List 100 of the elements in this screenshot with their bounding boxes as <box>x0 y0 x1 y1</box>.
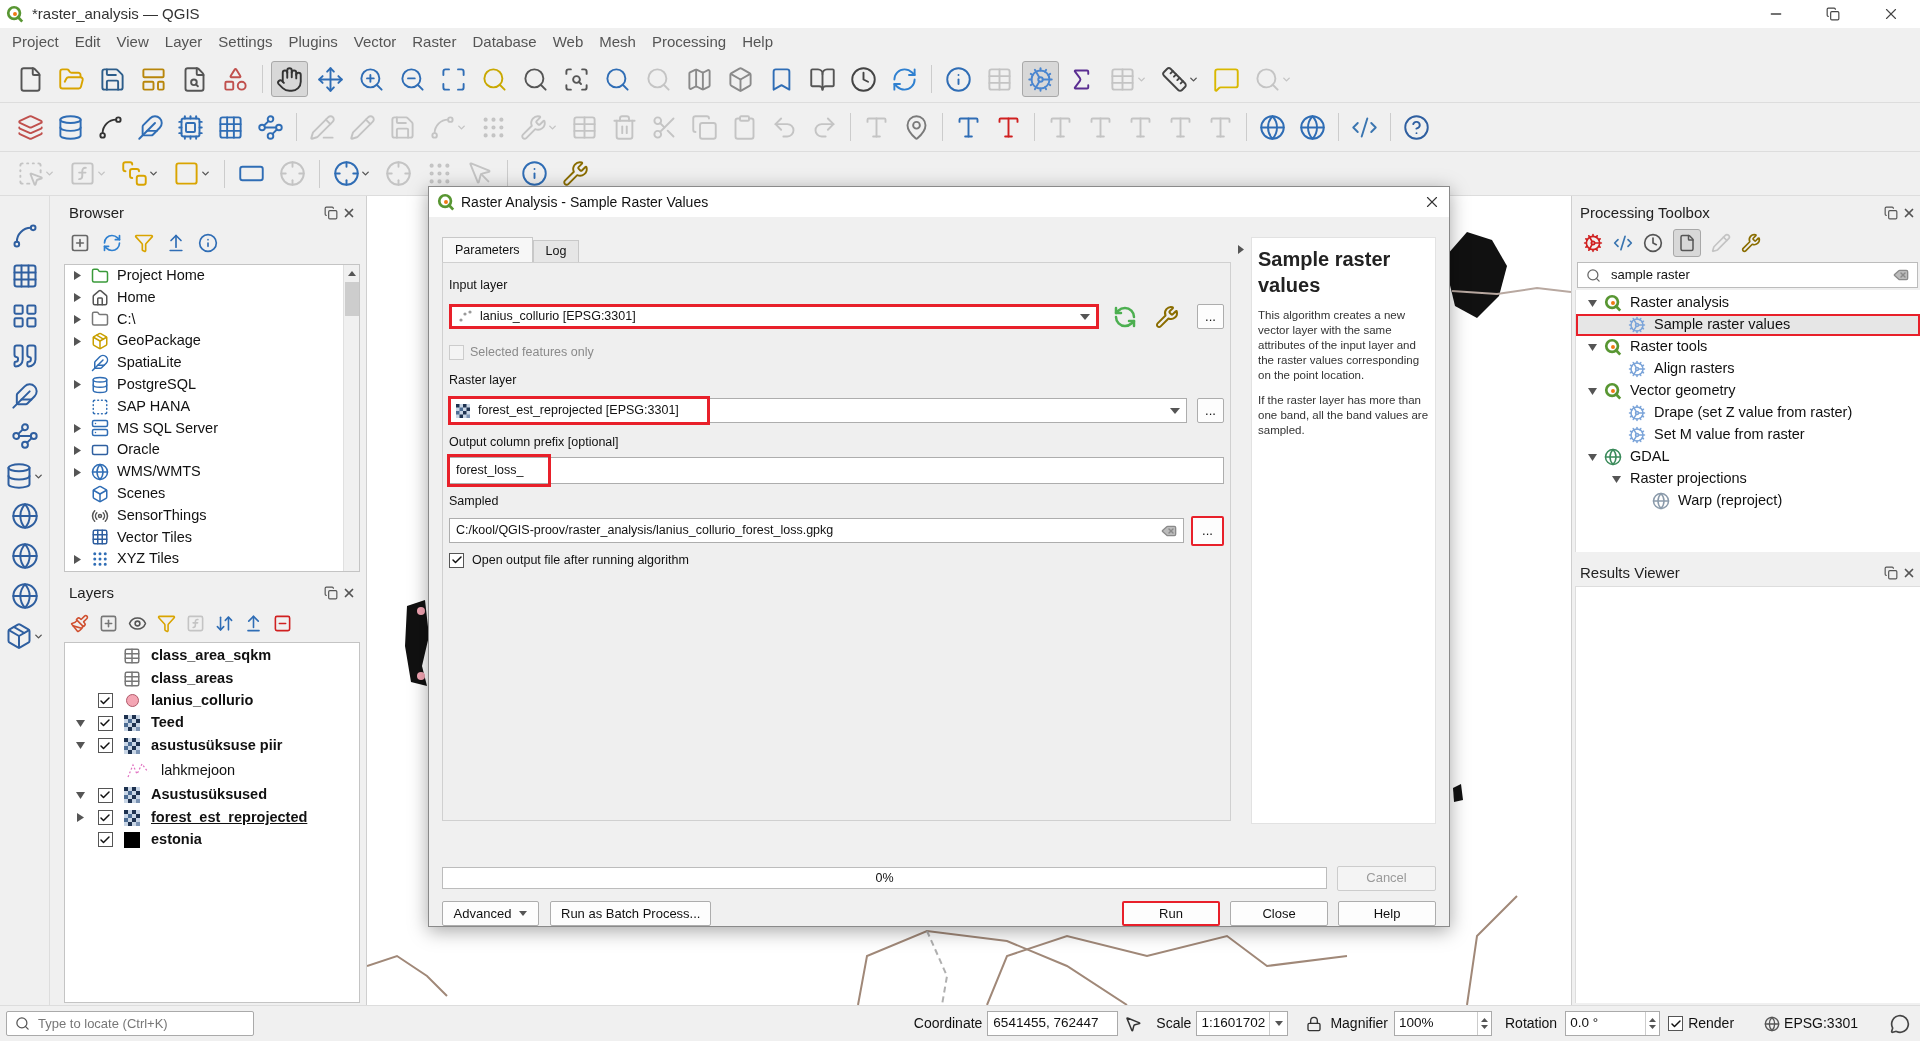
browser-item[interactable]: WMS/WMTS <box>65 461 343 483</box>
layer-dropdown[interactable]: lanius_collurio [EPSG:3301] <box>449 304 1099 329</box>
arrow-down-icon[interactable] <box>1587 386 1597 396</box>
browser-item[interactable]: PostgreSQL <box>65 374 343 396</box>
browser-item[interactable]: Project Home <box>65 265 343 287</box>
tab[interactable]: Log <box>532 240 580 262</box>
arrow-right-icon[interactable] <box>72 554 82 564</box>
wrench-icon[interactable] <box>1741 233 1761 253</box>
magnifier-spinbox[interactable]: 100% <box>1394 1011 1492 1036</box>
arrow-down-icon[interactable] <box>75 790 85 800</box>
tree-item[interactable]: Sample raster values <box>1576 314 1920 336</box>
step-up-icon[interactable] <box>1649 1018 1657 1022</box>
menu-item[interactable]: Web <box>544 30 592 54</box>
browser-item[interactable]: C:\ <box>65 308 343 331</box>
pointer-icon[interactable] <box>1124 1014 1143 1033</box>
refresh-icon[interactable] <box>102 233 122 253</box>
legend-entry[interactable]: Asustusüksused <box>65 783 359 807</box>
coordinate-field[interactable]: 6541455, 762447 <box>987 1011 1119 1036</box>
browser-item[interactable]: Vector Tiles <box>65 526 343 549</box>
arrow-right-icon[interactable] <box>72 445 82 455</box>
close-icon[interactable] <box>342 206 356 220</box>
lock-icon[interactable] <box>1306 1015 1323 1032</box>
browser-item[interactable]: GeoPackage <box>65 330 343 353</box>
input-field[interactable]: C:/kool/QGIS-proov/raster_analysis/lanius_collurio_forest_loss.gpkg <box>449 518 1184 543</box>
sync-icon[interactable] <box>1113 304 1137 329</box>
button[interactable]: Help <box>1338 901 1436 926</box>
checkbox[interactable] <box>97 787 113 803</box>
legend-entry[interactable]: Teed <box>65 712 359 735</box>
add-icon[interactable] <box>70 233 90 253</box>
wrench-icon[interactable] <box>1155 304 1179 329</box>
checkbox[interactable] <box>1668 1016 1684 1031</box>
float-icon[interactable] <box>324 586 338 600</box>
tree-item[interactable]: Drape (set Z value from raster) <box>1576 402 1920 424</box>
arrow-down-icon[interactable] <box>1587 452 1597 462</box>
menu-item[interactable]: Layer <box>156 30 211 54</box>
tree-item[interactable]: GDAL <box>1576 446 1920 468</box>
pan-icon[interactable] <box>271 61 308 97</box>
collapse-icon[interactable] <box>166 233 186 253</box>
browser-item[interactable]: Oracle <box>65 439 343 462</box>
tree-item[interactable]: Raster analysis <box>1576 292 1920 314</box>
tree-item[interactable]: Align rasters <box>1576 358 1920 380</box>
checkbox[interactable] <box>97 810 113 826</box>
legend-entry[interactable]: estonia <box>65 828 359 852</box>
menu-item[interactable]: Edit <box>66 30 109 54</box>
float-icon[interactable] <box>324 206 338 220</box>
button[interactable]: Close <box>1230 901 1328 926</box>
legend-entry[interactable]: lanius_collurio <box>65 689 359 713</box>
checkbox[interactable] <box>449 552 464 568</box>
arrow-right-icon[interactable] <box>72 271 82 281</box>
step-down-icon[interactable] <box>1481 1025 1488 1029</box>
checkbox[interactable] <box>97 693 113 709</box>
browser-item[interactable]: SAP HANA <box>65 395 343 418</box>
arrow-right-icon[interactable] <box>75 813 85 823</box>
rotation-spinbox[interactable]: 0.0 ° <box>1565 1011 1661 1036</box>
close-icon[interactable] <box>342 586 356 600</box>
menu-item[interactable]: Mesh <box>591 30 644 54</box>
browse-button[interactable]: ... <box>1197 398 1224 423</box>
legend-entry[interactable]: forest_est_reprojected <box>65 806 359 829</box>
legend-entry[interactable]: asustusüksuse piir <box>65 734 359 757</box>
browser-item[interactable]: MS SQL Server <box>65 417 343 440</box>
step-down-icon[interactable] <box>1649 1025 1657 1029</box>
checkbox[interactable] <box>97 715 113 731</box>
tree-item[interactable]: Raster tools <box>1576 336 1920 358</box>
close-icon[interactable] <box>1902 206 1916 220</box>
input-field[interactable]: forest_loss_ <box>449 457 1224 484</box>
remove-icon[interactable] <box>273 613 292 633</box>
globe-icon[interactable] <box>1764 1015 1781 1032</box>
arrow-right-icon[interactable] <box>72 315 82 324</box>
arrow-down-icon[interactable] <box>1587 342 1597 352</box>
checkbox[interactable] <box>97 738 113 754</box>
menu-item[interactable]: Project <box>4 30 67 54</box>
browser-item[interactable]: XYZ Tiles <box>65 548 343 571</box>
menu-item[interactable]: Vector <box>345 30 405 54</box>
locate-field[interactable]: Type to locate (Ctrl+K) <box>6 1011 254 1036</box>
scale-dropdown[interactable]: 1:1601702 <box>1196 1011 1289 1036</box>
menu-item[interactable]: Settings <box>210 30 281 54</box>
scroll-up-icon[interactable] <box>347 271 356 276</box>
float-icon[interactable] <box>1884 206 1898 220</box>
button[interactable]: Run <box>1122 901 1220 926</box>
info-icon[interactable] <box>198 233 218 253</box>
button[interactable]: Advanced <box>442 901 539 926</box>
arrow-right-icon[interactable] <box>72 336 82 346</box>
arrow-right-icon[interactable] <box>1238 245 1244 254</box>
button[interactable]: Run as Batch Process... <box>550 901 712 926</box>
arrow-right-icon[interactable] <box>72 423 82 433</box>
clock-icon[interactable] <box>1643 233 1663 253</box>
add-group-icon[interactable] <box>99 613 118 633</box>
legend-entry[interactable]: lahkmejoon <box>65 756 359 784</box>
arrow-down-icon[interactable] <box>75 718 85 728</box>
menu-item[interactable]: Database <box>464 30 545 54</box>
browser-item[interactable]: SpatiaLite <box>65 352 343 374</box>
legend-entry[interactable]: class_area_sqkm <box>65 645 359 668</box>
brush-icon[interactable] <box>70 613 89 633</box>
tree-item[interactable]: Set M value from raster <box>1576 424 1920 446</box>
browser-item[interactable]: Scenes <box>65 482 343 505</box>
menu-item[interactable]: Processing <box>643 30 735 54</box>
restore-icon[interactable] <box>1826 7 1840 21</box>
crs-label[interactable]: EPSG:3301 <box>1784 1013 1858 1034</box>
layer-dropdown[interactable]: forest_est_reprojected [EPSG:3301] <box>449 398 1187 423</box>
arrow-down-icon[interactable] <box>1611 474 1621 484</box>
